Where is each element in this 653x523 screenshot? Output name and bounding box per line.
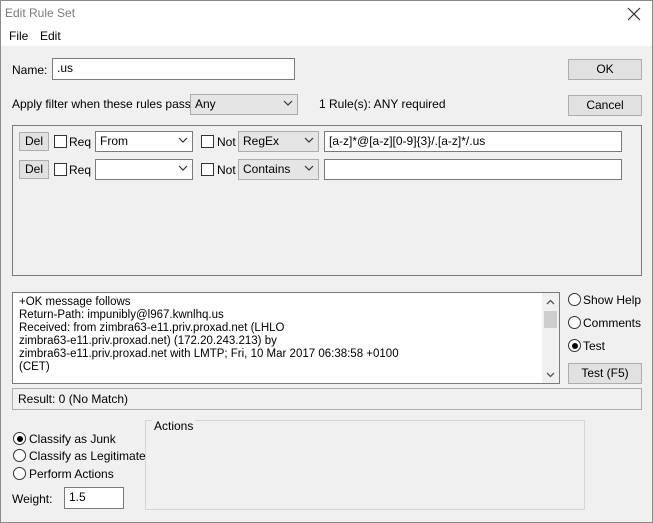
show-help-radio[interactable]: [568, 293, 581, 306]
rule-1-required-checkbox[interactable]: [54, 135, 67, 148]
rule-2-field-select[interactable]: [95, 159, 193, 180]
message-scrollbar[interactable]: [542, 293, 559, 383]
rule-2-required-label: Req: [69, 163, 92, 177]
rule-1-field-select[interactable]: From: [95, 131, 193, 152]
rule-2-operator-select[interactable]: Contains: [238, 159, 319, 180]
rule-1-operator-select[interactable]: RegEx: [238, 131, 319, 152]
close-icon[interactable]: [624, 4, 644, 24]
message-line: Return-Path: impunibly@l967.kwnlhq.us: [19, 309, 224, 321]
rule-1-field-value: From: [100, 134, 128, 148]
chevron-down-icon: [304, 165, 314, 171]
rule-2-not-label: Not: [217, 163, 236, 177]
result-text: Result: 0 (No Match): [18, 392, 129, 406]
classify-junk-radio[interactable]: [13, 432, 26, 445]
comments-label: Comments: [583, 316, 642, 330]
name-label: Name:: [12, 63, 48, 77]
rule-2-value-field[interactable]: [324, 159, 622, 180]
chevron-down-icon: [178, 137, 188, 143]
ok-button[interactable]: OK: [568, 59, 642, 80]
window-title: Edit Rule Set: [5, 6, 76, 20]
rule-2-required-checkbox[interactable]: [54, 163, 67, 176]
menu-bar: File Edit: [1, 27, 652, 46]
test-label: Test: [583, 339, 606, 353]
rule-2-operator-value: Contains: [243, 162, 291, 176]
perform-actions-radio[interactable]: [13, 467, 26, 480]
rules-required-text: 1 Rule(s): ANY required: [319, 97, 446, 111]
message-textarea[interactable]: +OK message follows Return-Path: impunib…: [12, 292, 560, 384]
classify-junk-label: Classify as Junk: [29, 432, 116, 446]
classify-legitimate-label: Classify as Legitimate: [29, 449, 146, 463]
perform-actions-label: Perform Actions: [29, 467, 114, 481]
message-line: (CET): [19, 361, 50, 373]
rules-panel: Del Req From Not RegEx [a-z]*@[a-z][0-9]…: [12, 125, 642, 276]
message-line: Received: from zimbra63-e11.priv.proxad.…: [19, 322, 285, 334]
actions-legend: Actions: [152, 419, 196, 433]
message-line: zimbra63-e11.priv.proxad.net with LMTP; …: [19, 348, 399, 360]
rule-1-delete-button[interactable]: Del: [19, 132, 49, 151]
actions-group: Actions: [145, 419, 585, 510]
rule-1-required-label: Req: [69, 135, 92, 149]
filter-mode-select[interactable]: Any: [190, 94, 298, 115]
rule-1-not-checkbox[interactable]: [201, 135, 214, 148]
chevron-down-icon[interactable]: [545, 369, 556, 380]
show-help-label: Show Help: [583, 293, 642, 307]
weight-label: Weight:: [12, 492, 53, 506]
rule-1-value-field[interactable]: [a-z]*@[a-z][0-9]{3}/.[a-z]*/.us: [324, 131, 622, 152]
comments-radio[interactable]: [568, 316, 581, 329]
test-radio[interactable]: [568, 339, 581, 352]
cancel-button[interactable]: Cancel: [568, 95, 642, 116]
result-bar: Result: 0 (No Match): [12, 388, 642, 410]
filter-label: Apply filter when these rules pass:: [12, 97, 195, 111]
scrollbar-thumb[interactable]: [544, 311, 557, 328]
test-button[interactable]: Test (F5): [568, 363, 642, 384]
chevron-down-icon: [178, 165, 188, 171]
weight-field[interactable]: 1.5: [64, 487, 124, 509]
chevron-up-icon[interactable]: [545, 297, 556, 308]
rule-1-not-label: Not: [217, 135, 236, 149]
rule-2-not-checkbox[interactable]: [201, 163, 214, 176]
menu-file[interactable]: File: [9, 29, 28, 43]
rule-1-operator-value: RegEx: [243, 134, 280, 148]
message-line: zimbra63-e11.priv.proxad.net) (172.20.24…: [19, 335, 277, 347]
chevron-down-icon: [304, 137, 314, 143]
title-bar: Edit Rule Set: [1, 1, 652, 27]
classify-legitimate-radio[interactable]: [13, 449, 26, 462]
edit-rule-set-window: Edit Rule Set File Edit Name: .us OK App…: [0, 0, 653, 523]
name-field[interactable]: .us: [52, 58, 295, 80]
message-line: +OK message follows: [19, 296, 131, 308]
filter-mode-value: Any: [195, 97, 216, 111]
rule-2-delete-button[interactable]: Del: [19, 160, 49, 179]
menu-edit[interactable]: Edit: [40, 29, 61, 43]
chevron-down-icon: [283, 100, 293, 106]
